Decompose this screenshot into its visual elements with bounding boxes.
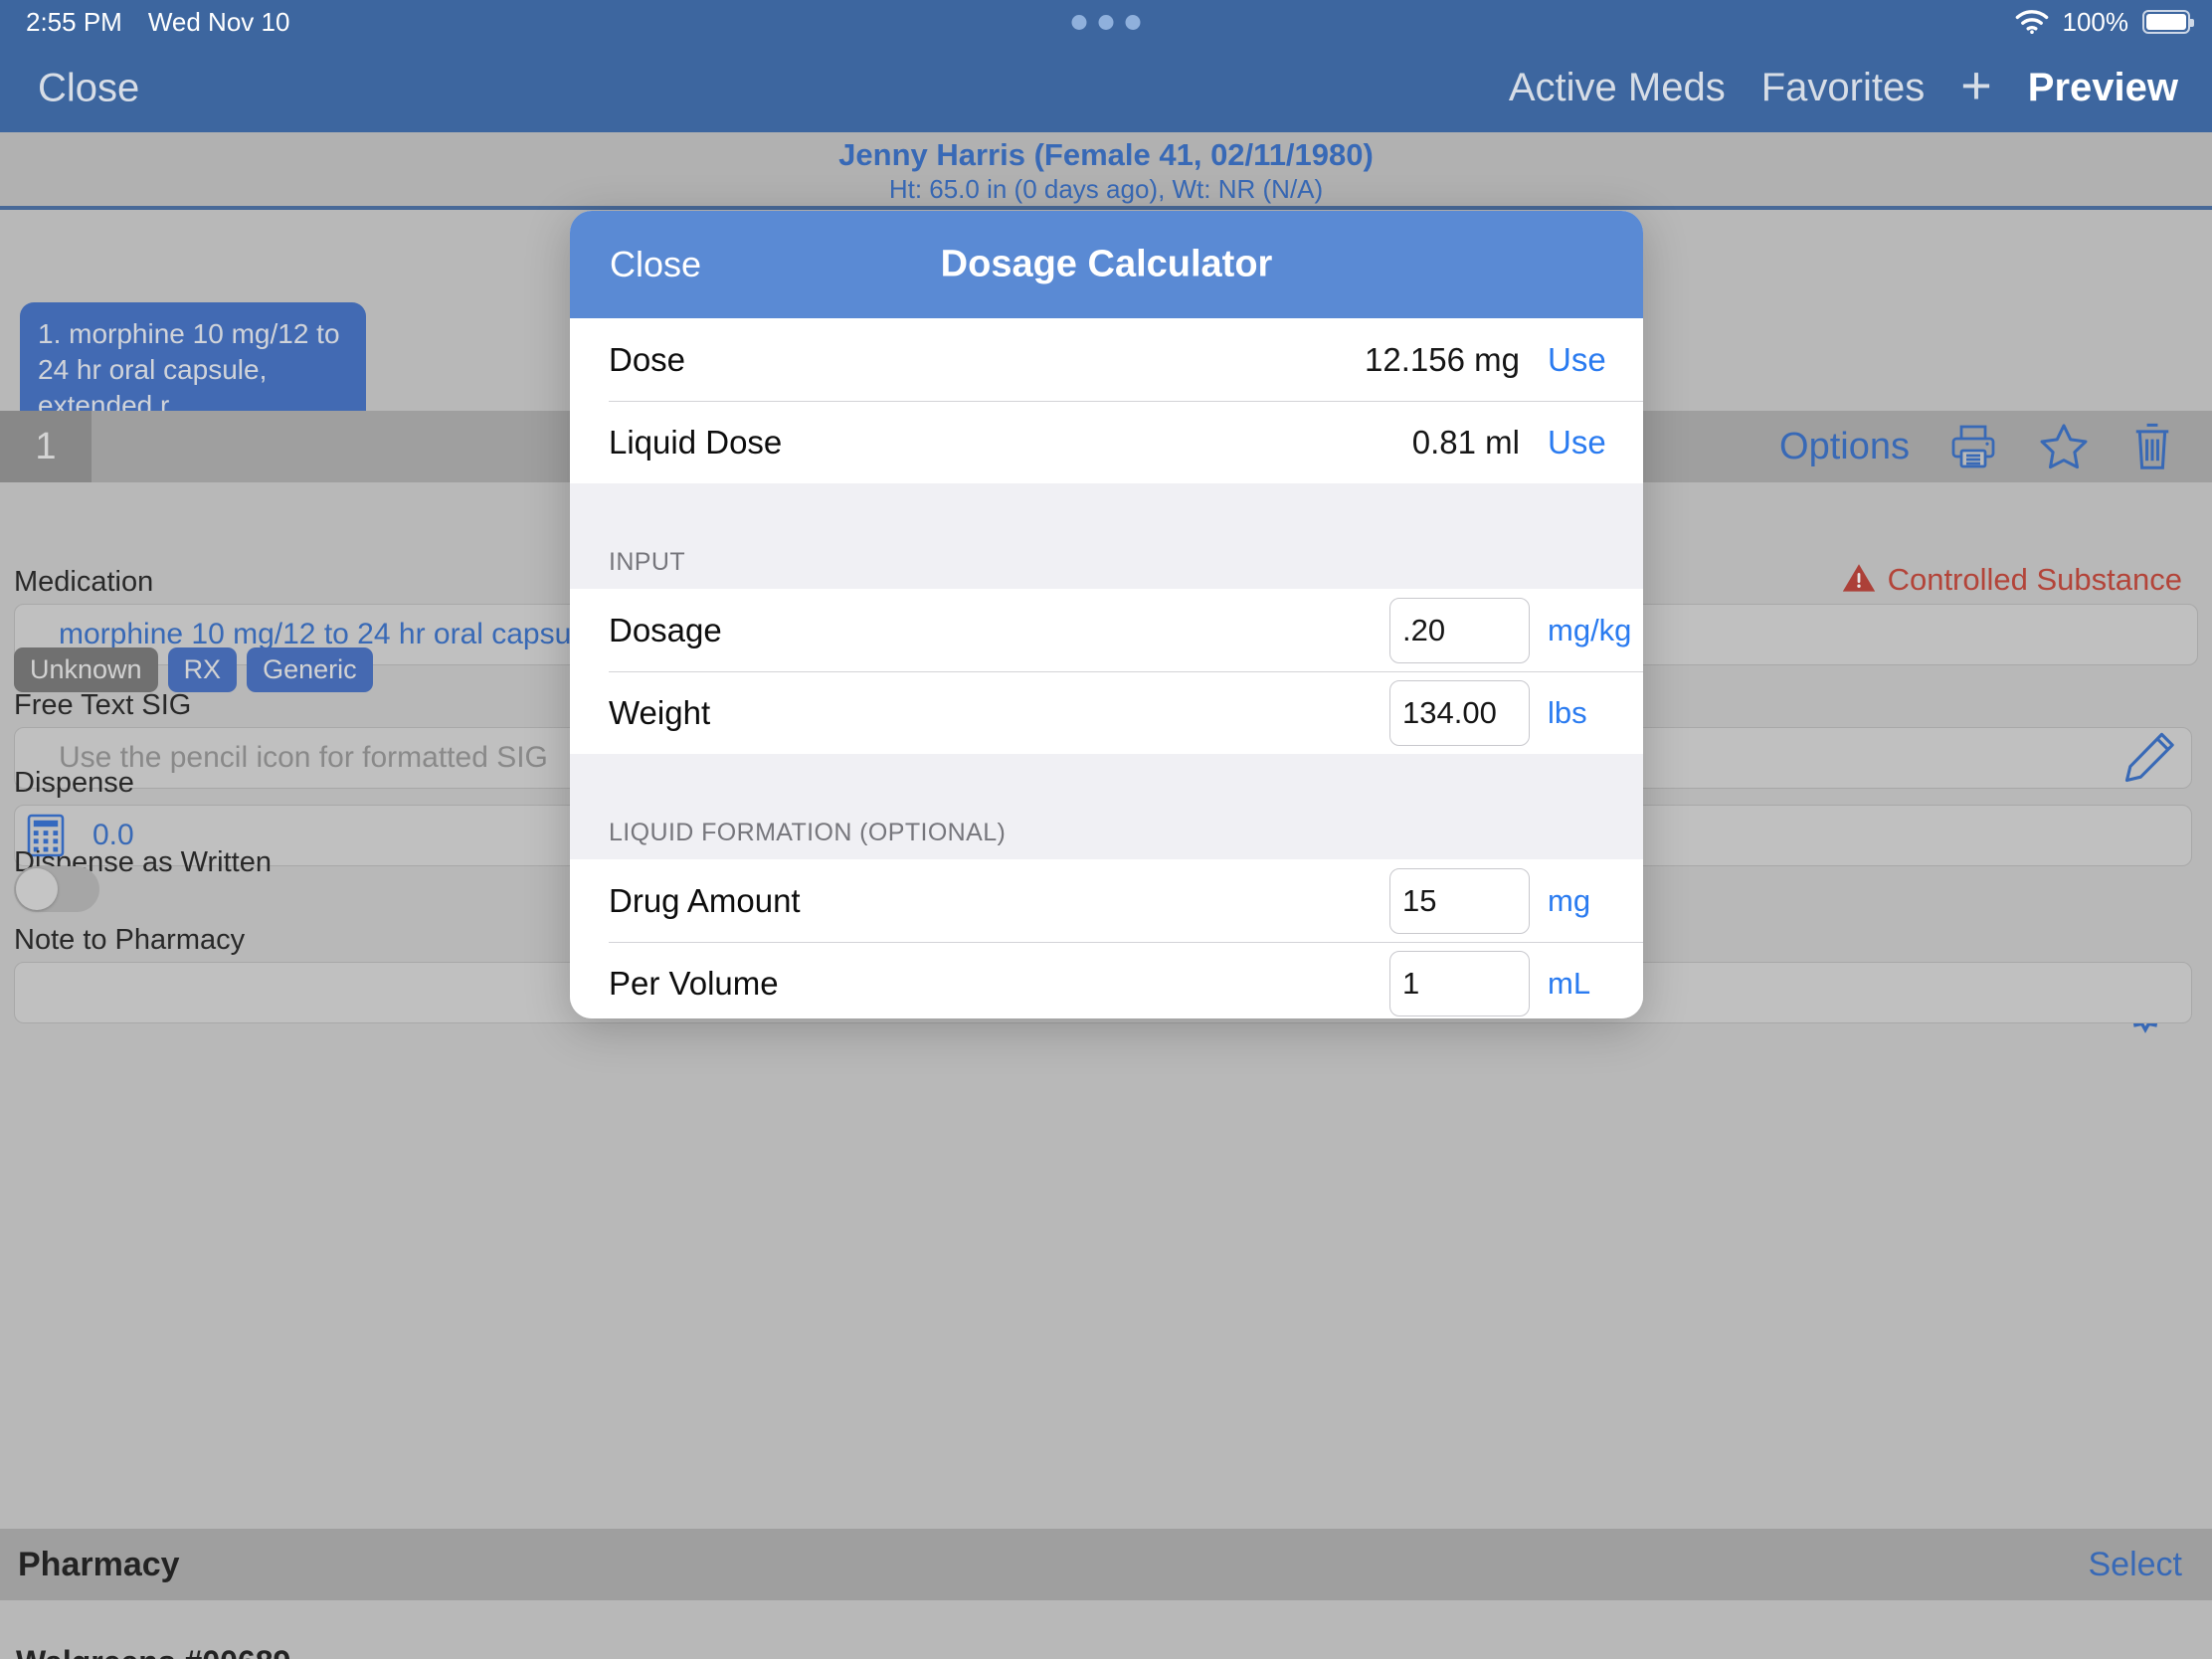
input-row-weight: Weight 134.00 lbs (570, 671, 1643, 754)
per-volume-input[interactable]: 1 (1389, 950, 1530, 1016)
weight-unit[interactable]: lbs (1548, 695, 1643, 731)
status-left: 2:55 PM Wed Nov 10 (26, 7, 289, 38)
input-group: Dosage .20 mg/kg Weight 134.00 lbs (570, 589, 1643, 754)
battery-percent: 100% (2062, 6, 2129, 37)
dose-label: Dose (609, 340, 686, 378)
dosage-input[interactable]: .20 (1389, 597, 1530, 663)
nav-actions: Active Meds Favorites + Preview (1473, 59, 2178, 112)
modal-body: Dose 12.156 mg Use Liquid Dose 0.81 ml U… (570, 318, 1643, 1018)
drug-amount-unit[interactable]: mg (1548, 883, 1643, 919)
liquid-dose-use-button[interactable]: Use (1548, 424, 1643, 461)
weight-label: Weight (609, 693, 711, 731)
liquid-group: Drug Amount 15 mg Per Volume 1 mL (570, 859, 1643, 1018)
nav-close-button[interactable]: Close (38, 66, 139, 110)
input-row-drug-amount: Drug Amount 15 mg (570, 859, 1643, 942)
status-date: Wed Nov 10 (147, 6, 290, 37)
active-meds-button[interactable]: Active Meds (1509, 66, 1726, 110)
battery-full-icon (2142, 10, 2194, 34)
multitask-dots-icon[interactable] (1071, 14, 1141, 30)
favorites-button[interactable]: Favorites (1761, 66, 1926, 110)
per-volume-label: Per Volume (609, 964, 779, 1002)
input-row-per-volume: Per Volume 1 mL (570, 942, 1643, 1018)
drug-amount-label: Drug Amount (609, 881, 801, 919)
result-row-liquid-dose: Liquid Dose 0.81 ml Use (570, 401, 1643, 483)
results-group: Dose 12.156 mg Use Liquid Dose 0.81 ml U… (570, 318, 1643, 483)
preview-button[interactable]: Preview (2028, 66, 2178, 110)
status-right: 100% (2015, 6, 2194, 38)
dose-value: 12.156 mg (1365, 340, 1520, 378)
weight-input[interactable]: 134.00 (1389, 679, 1530, 746)
liquid-section-title: LIQUID FORMATION (OPTIONAL) (570, 788, 1643, 859)
liquid-dose-label: Liquid Dose (609, 423, 783, 461)
status-time: 2:55 PM (26, 6, 122, 37)
liquid-dose-value: 0.81 ml (1411, 423, 1520, 461)
wifi-icon (2015, 9, 2049, 35)
plus-icon[interactable]: + (1960, 59, 1992, 112)
app-nav-bar: Close Active Meds Favorites + Preview (0, 44, 2212, 132)
dose-use-button[interactable]: Use (1548, 341, 1643, 379)
ios-status-bar: 2:55 PM Wed Nov 10 100% (0, 0, 2212, 44)
input-row-dosage: Dosage .20 mg/kg (570, 589, 1643, 671)
dosage-unit[interactable]: mg/kg (1548, 613, 1643, 648)
result-row-dose: Dose 12.156 mg Use (570, 318, 1643, 401)
per-volume-unit[interactable]: mL (1548, 966, 1643, 1002)
modal-header: Close Dosage Calculator (570, 211, 1643, 318)
dosage-calculator-modal: Close Dosage Calculator Dose 12.156 mg U… (570, 211, 1643, 1018)
dosage-label: Dosage (609, 611, 722, 648)
modal-close-button[interactable]: Close (610, 244, 701, 285)
drug-amount-input[interactable]: 15 (1389, 867, 1530, 934)
input-section-title: INPUT (570, 517, 1643, 589)
modal-title: Dosage Calculator (940, 243, 1273, 285)
ipad-screen: 1. morphine 10 mg/12 to 24 hr oral capsu… (0, 0, 2212, 1659)
